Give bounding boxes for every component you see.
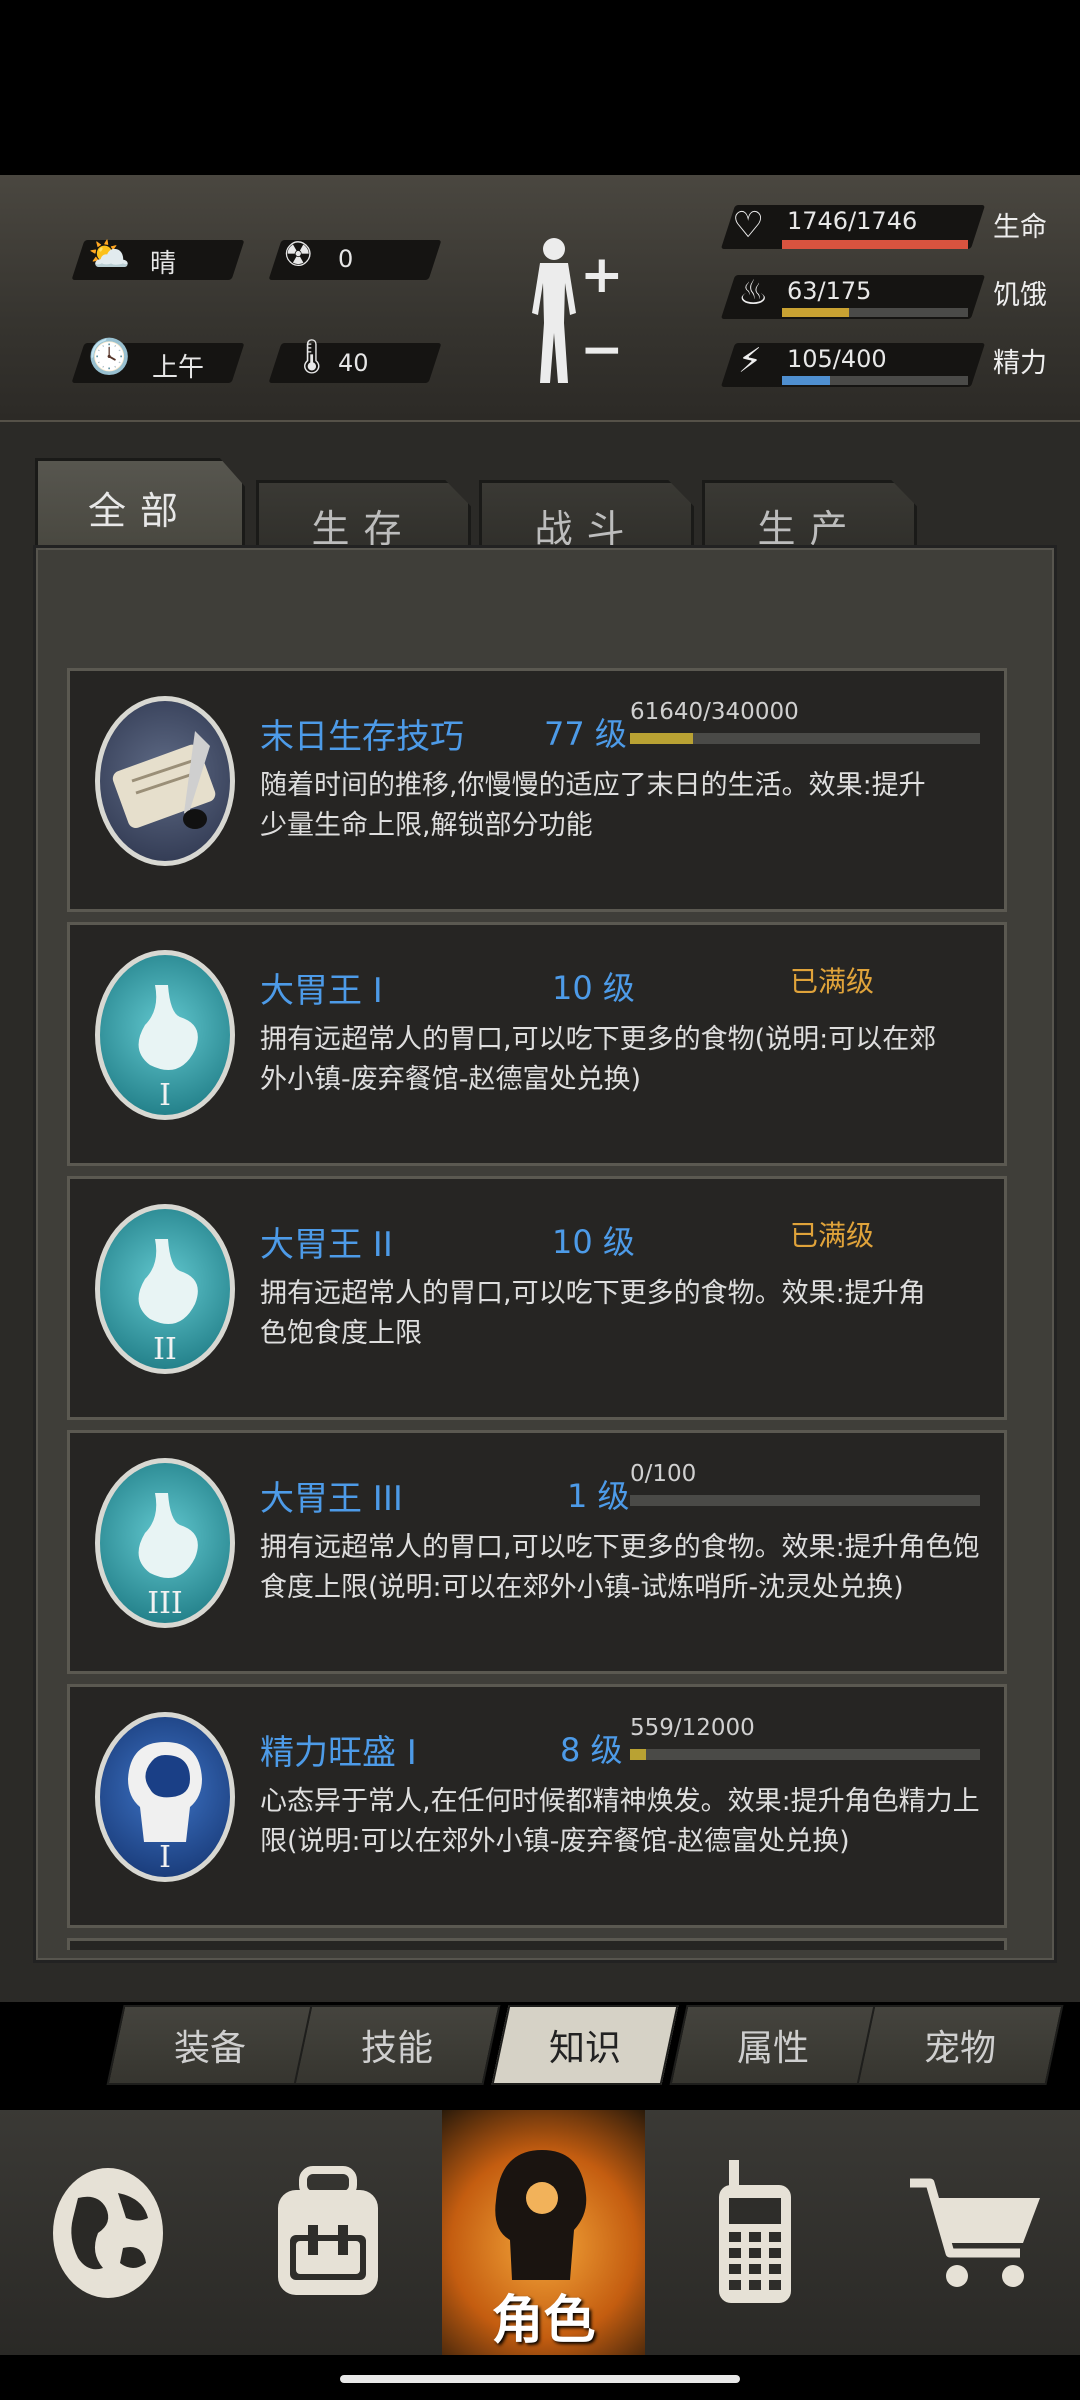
nav-backpack-button[interactable] bbox=[215, 2110, 440, 2355]
hunger-bar-fill bbox=[782, 308, 849, 317]
health-bar-fill bbox=[782, 240, 968, 249]
subtab-knowledge[interactable]: 知识 bbox=[491, 2005, 679, 2085]
energy-text: 105/400 bbox=[787, 345, 887, 373]
skill-card[interactable]: II 大胃王 II 10 级 已满级 拥有远超常人的胃口,可以吃下更多的食物。效… bbox=[67, 1176, 1007, 1420]
hunger-label: 饥饿 bbox=[993, 280, 1047, 311]
nav-world-button[interactable] bbox=[0, 2110, 215, 2355]
energy-bar bbox=[782, 376, 968, 385]
energy-label: 精力 bbox=[993, 348, 1047, 379]
hunger-bar bbox=[782, 308, 968, 317]
home-indicator[interactable] bbox=[340, 2375, 740, 2383]
skill-description: 拥有远超常人的胃口,可以吃下更多的食物(说明:可以在郊外小镇-废弃餐馆-赵德富处… bbox=[260, 1024, 937, 1095]
skill-description: 拥有远超常人的胃口,可以吃下更多的食物。效果:提升角色饱食度上限(说明:可以在郊… bbox=[260, 1532, 980, 1603]
svg-text:I: I bbox=[159, 1078, 171, 1113]
tab-all[interactable]: 全部 bbox=[35, 458, 245, 553]
skill-name: 大胃王 I bbox=[260, 971, 383, 1011]
temperature-value: 40 bbox=[338, 349, 369, 377]
skill-level: 77 级 bbox=[544, 715, 627, 753]
plus-icon[interactable]: + bbox=[580, 245, 624, 305]
time-of-day: 上午 bbox=[152, 353, 205, 383]
skill-progress-fill bbox=[630, 1749, 647, 1760]
clock-icon: 🕓 bbox=[88, 337, 131, 377]
globe-icon bbox=[52, 2167, 163, 2298]
skill-name: 末日生存技巧 bbox=[260, 717, 464, 757]
stomach-2-icon: II bbox=[95, 1204, 235, 1374]
subtab-knowledge-label: 知识 bbox=[548, 2028, 621, 2069]
subtab-pets-label: 宠物 bbox=[923, 2028, 996, 2069]
skill-progress-bar bbox=[630, 1495, 980, 1506]
skill-card[interactable]: 末日生存技巧 77 级 61640/340000 随着时间的推移,你慢慢的适应了… bbox=[67, 668, 1007, 912]
stomach-3-icon: III bbox=[95, 1458, 235, 1628]
skill-progress-fill bbox=[630, 733, 694, 744]
stomach-icon: ♨ bbox=[738, 273, 769, 313]
skill-description: 心态异于常人,在任何时候都精神焕发。效果:提升角色精力上限(说明:可以在郊外小镇… bbox=[260, 1786, 980, 1857]
shopping-cart-icon bbox=[910, 2178, 1040, 2287]
tab-all-label: 全部 bbox=[87, 488, 192, 533]
subtab-equipment-label: 装备 bbox=[173, 2028, 246, 2069]
heart-icon: ♡ bbox=[732, 205, 765, 246]
skill-maxed-label: 已满级 bbox=[790, 965, 875, 998]
nav-shop-button[interactable] bbox=[870, 2110, 1080, 2355]
skill-progress-text: 61640/340000 bbox=[630, 699, 799, 725]
subtab-skills[interactable]: 技能 bbox=[293, 2005, 501, 2085]
stomach-1-icon: I bbox=[95, 950, 235, 1120]
character-head-icon bbox=[495, 2150, 587, 2280]
skill-card[interactable]: I 大胃王 I 10 级 已满级 拥有远超常人的胃口,可以吃下更多的食物(说明:… bbox=[67, 922, 1007, 1166]
subtab-attributes[interactable]: 属性 bbox=[669, 2005, 877, 2085]
skill-level: 10 级 bbox=[552, 969, 635, 1007]
nav-phone-button[interactable] bbox=[645, 2110, 865, 2355]
health-bar bbox=[782, 240, 968, 249]
skill-description: 拥有远超常人的胃口,可以吃下更多的食物。效果:提升角色饱食度上限 bbox=[260, 1278, 926, 1349]
subtab-equipment[interactable]: 装备 bbox=[106, 2005, 314, 2085]
subtab-attributes-label: 属性 bbox=[736, 2028, 809, 2069]
skill-card[interactable]: I 精力旺盛 I 8 级 559/12000 心态异于常人,在任何时候都精神焕发… bbox=[67, 1684, 1007, 1928]
weather-text: 晴 bbox=[150, 249, 177, 279]
subtab-skills-label: 技能 bbox=[360, 2028, 433, 2069]
skill-description: 随着时间的推移,你慢慢的适应了末日的生活。效果:提升少量生命上限,解锁部分功能 bbox=[260, 770, 926, 841]
skill-progress-text: 559/12000 bbox=[630, 1715, 755, 1741]
subtab-pets[interactable]: 宠物 bbox=[856, 2005, 1064, 2085]
skill-maxed-label: 已满级 bbox=[790, 1219, 875, 1252]
health-label: 生命 bbox=[993, 212, 1047, 243]
svg-text:II: II bbox=[153, 1332, 177, 1367]
status-bar: ⛅ 晴 ☢ 0 🕓 上午 🌡 40 + − ♡ 1746/1746 生命 ♨ 6… bbox=[0, 175, 1080, 423]
hunger-text: 63/175 bbox=[787, 277, 872, 305]
health-text: 1746/1746 bbox=[787, 207, 918, 235]
skill-name: 大胃王 II bbox=[260, 1225, 393, 1265]
walkie-talkie-icon bbox=[719, 2160, 791, 2303]
skill-progress-bar bbox=[630, 1749, 980, 1760]
radiation-icon: ☢ bbox=[283, 235, 314, 275]
thermometer-icon: 🌡 bbox=[290, 337, 334, 377]
nav-character-label: 角色 bbox=[491, 2291, 596, 2351]
skill-level: 10 级 bbox=[552, 1223, 635, 1261]
energy-bar-fill bbox=[782, 376, 831, 385]
scroll-quill-icon bbox=[95, 696, 235, 866]
skill-name: 精力旺盛 I bbox=[260, 1733, 417, 1773]
svg-text:I: I bbox=[159, 1840, 171, 1875]
skill-name: 大胃王 III bbox=[260, 1479, 403, 1519]
skill-level: 1 级 bbox=[567, 1477, 630, 1515]
skill-level: 8 级 bbox=[560, 1731, 623, 1769]
skill-card-partial bbox=[67, 1938, 1007, 1950]
skill-progress-bar bbox=[630, 733, 980, 744]
backpack-icon bbox=[277, 2166, 378, 2295]
radiation-value: 0 bbox=[338, 245, 354, 273]
svg-text:III: III bbox=[147, 1586, 183, 1621]
minus-icon[interactable]: − bbox=[580, 320, 624, 380]
nav-character-button[interactable]: 角色 bbox=[442, 2110, 645, 2355]
head-energy-icon: ⚡ bbox=[738, 341, 762, 381]
cloud-sun-icon: ⛅ bbox=[88, 235, 131, 275]
skill-progress-text: 0/100 bbox=[630, 1461, 697, 1487]
skill-card[interactable]: III 大胃王 III 1 级 0/100 拥有远超常人的胃口,可以吃下更多的食… bbox=[67, 1430, 1007, 1674]
brain-head-icon: I bbox=[95, 1712, 235, 1882]
